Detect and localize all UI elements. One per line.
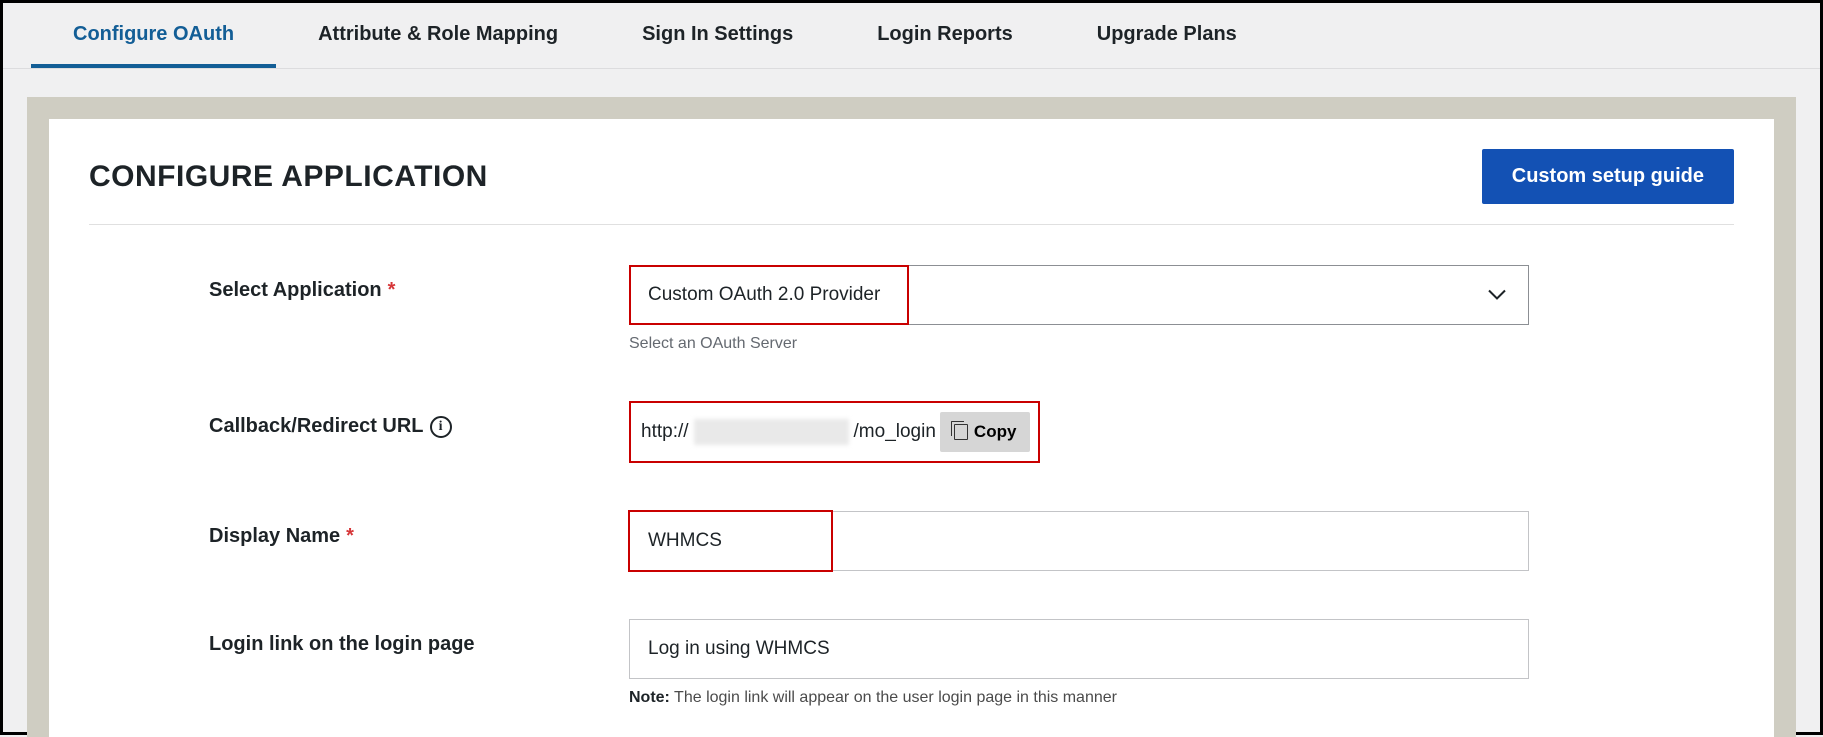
login-link-input[interactable] xyxy=(629,619,1529,679)
row-login-link: Login link on the login page Note: The l… xyxy=(89,619,1734,707)
required-asterisk: * xyxy=(346,525,354,548)
field-display-name xyxy=(629,511,1734,571)
label-text-login-link: Login link on the login page xyxy=(209,633,475,656)
callback-suffix: /mo_login xyxy=(854,421,936,443)
chevron-down-icon xyxy=(1488,285,1506,306)
panel-title: CONFIGURE APPLICATION xyxy=(89,160,488,194)
panel-header: CONFIGURE APPLICATION Custom setup guide xyxy=(89,149,1734,225)
tab-attribute-role-mapping[interactable]: Attribute & Role Mapping xyxy=(276,3,600,68)
form-body: Select Application * Custom OAuth 2.0 Pro… xyxy=(89,225,1734,707)
tab-login-reports[interactable]: Login Reports xyxy=(835,3,1055,68)
login-link-note: Note: The login link will appear on the … xyxy=(629,689,1734,707)
label-display-name: Display Name * xyxy=(89,511,629,548)
row-select-application: Select Application * Custom OAuth 2.0 Pro… xyxy=(89,265,1734,353)
select-application-value: Custom OAuth 2.0 Provider xyxy=(630,284,880,306)
copy-icon xyxy=(954,424,968,440)
row-callback-url: Callback/Redirect URL i http:// /mo_logi… xyxy=(89,401,1734,463)
callback-url-box: http:// /mo_login Copy xyxy=(629,401,1040,463)
label-text-display-name: Display Name xyxy=(209,525,340,548)
callback-url-value: http:// /mo_login xyxy=(641,419,936,445)
field-login-link: Note: The login link will appear on the … xyxy=(629,619,1734,707)
config-panel: CONFIGURE APPLICATION Custom setup guide… xyxy=(49,119,1774,737)
label-text-callback: Callback/Redirect URL xyxy=(209,415,424,438)
field-callback-url: http:// /mo_login Copy xyxy=(629,401,1734,463)
field-select-application: Custom OAuth 2.0 Provider Select an OAut… xyxy=(629,265,1734,353)
copy-button[interactable]: Copy xyxy=(940,412,1031,452)
info-icon[interactable]: i xyxy=(430,416,452,438)
tab-sign-in-settings[interactable]: Sign In Settings xyxy=(600,3,835,68)
select-application-dropdown[interactable]: Custom OAuth 2.0 Provider xyxy=(629,265,1529,325)
label-select-application: Select Application * xyxy=(89,265,629,302)
custom-setup-guide-button[interactable]: Custom setup guide xyxy=(1482,149,1734,204)
label-login-link: Login link on the login page xyxy=(89,619,629,656)
label-text-select-application: Select Application xyxy=(209,279,382,302)
tab-upgrade-plans[interactable]: Upgrade Plans xyxy=(1055,3,1279,68)
redacted-host xyxy=(694,419,849,445)
copy-label: Copy xyxy=(974,422,1017,442)
select-application-hint: Select an OAuth Server xyxy=(629,335,1734,353)
note-label: Note: xyxy=(629,689,670,706)
tab-bar: Configure OAuth Attribute & Role Mapping… xyxy=(3,3,1820,69)
row-display-name: Display Name * xyxy=(89,511,1734,571)
label-callback-url: Callback/Redirect URL i xyxy=(89,401,629,438)
outer-container: CONFIGURE APPLICATION Custom setup guide… xyxy=(27,97,1796,737)
note-text: The login link will appear on the user l… xyxy=(670,689,1117,706)
display-name-input[interactable] xyxy=(629,511,1529,571)
callback-prefix: http:// xyxy=(641,421,689,443)
tab-configure-oauth[interactable]: Configure OAuth xyxy=(31,3,276,68)
required-asterisk: * xyxy=(388,279,396,302)
